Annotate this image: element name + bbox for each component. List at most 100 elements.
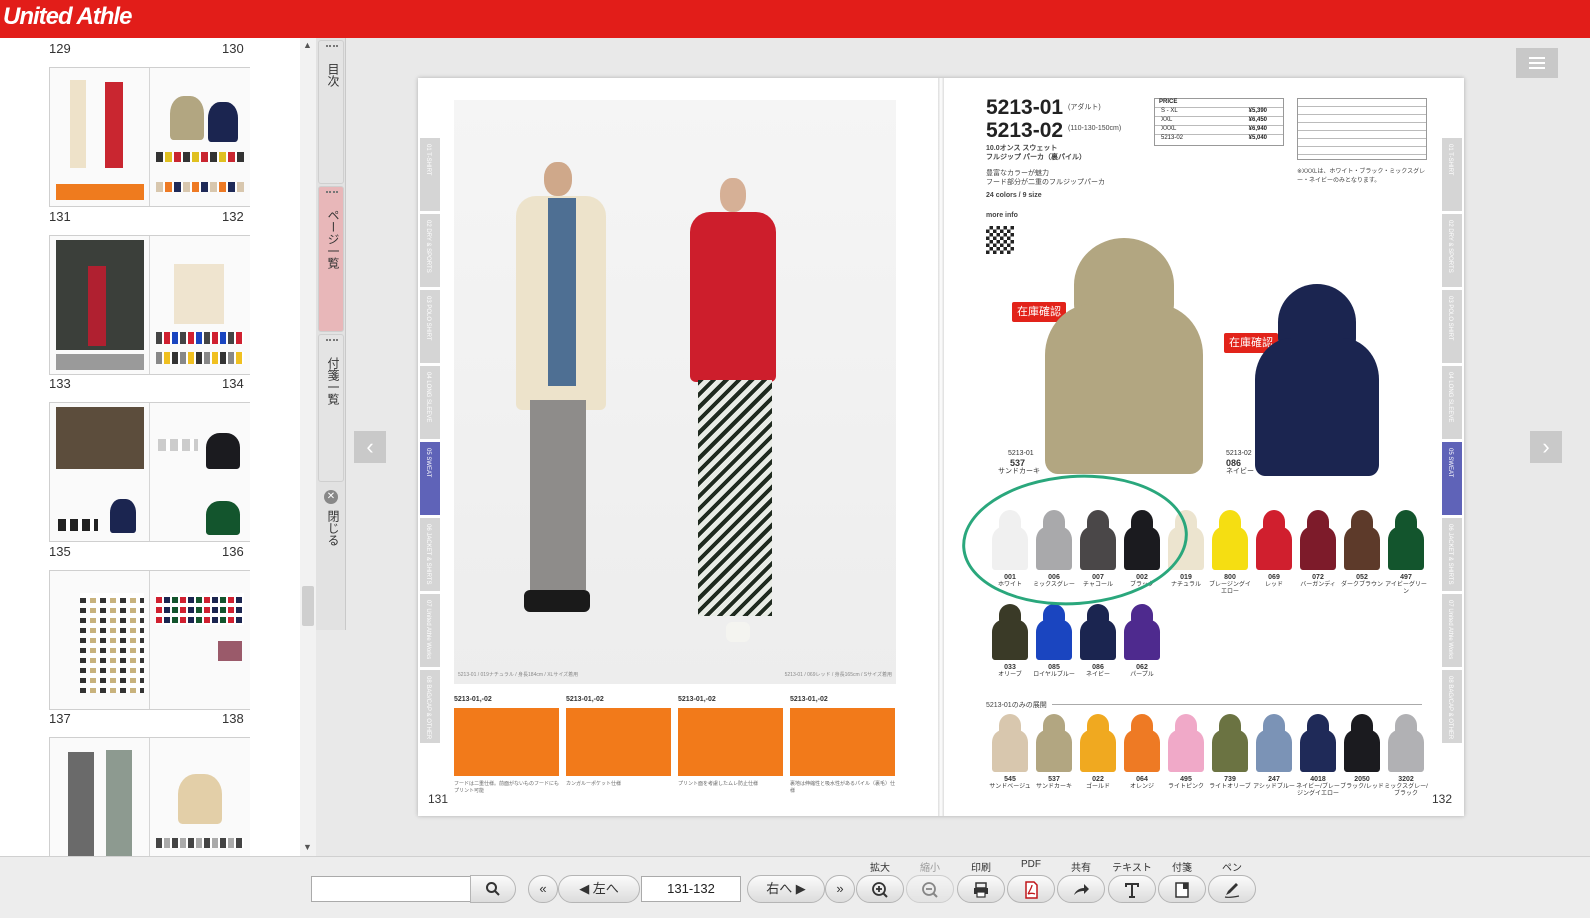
share-button[interactable] xyxy=(1057,875,1105,903)
price-header: PRICE xyxy=(1155,99,1283,108)
united-athle-logo[interactable]: United Athle xyxy=(3,3,132,31)
color-swatch[interactable] xyxy=(1166,714,1206,772)
thumbnail-135-136[interactable] xyxy=(49,402,250,542)
grip-icon xyxy=(326,339,338,345)
thumbnail-137-138[interactable] xyxy=(49,570,250,710)
close-icon[interactable]: ✕ xyxy=(324,490,338,504)
index-tab[interactable]: 02 DRY & SPORTS xyxy=(420,214,440,287)
close-sidebar-button[interactable]: 閉じる xyxy=(325,510,342,546)
color-swatch[interactable] xyxy=(1078,714,1118,772)
color-swatch[interactable] xyxy=(1386,510,1426,570)
price-row: S - XL ¥5,390 xyxy=(1155,108,1283,117)
text-button[interactable] xyxy=(1108,875,1156,903)
color-swatch[interactable] xyxy=(1342,714,1382,772)
thumb-page-number: 137 xyxy=(49,711,71,726)
color-swatch[interactable] xyxy=(1298,510,1338,570)
product-code-adult: 5213-01 xyxy=(986,96,1064,119)
thumbnail-139-140[interactable] xyxy=(49,737,250,856)
search-button[interactable] xyxy=(470,875,516,903)
swatch-code: 052 xyxy=(1356,574,1368,581)
tab-page-list[interactable]: ページ一覧 xyxy=(318,186,344,332)
color-swatch[interactable] xyxy=(1210,510,1250,570)
swatch-code: 069 xyxy=(1268,574,1280,581)
swatch-code: 033 xyxy=(1004,664,1016,671)
prev-page-arrow-icon[interactable]: ‹ xyxy=(354,431,386,463)
scroll-up-icon[interactable]: ▲ xyxy=(303,40,312,50)
share-arrow-icon xyxy=(1074,884,1089,895)
index-tab-active[interactable]: 05 SWEAT xyxy=(420,442,440,515)
color-swatch[interactable] xyxy=(1122,604,1162,660)
thumb-page-number: 132 xyxy=(222,209,244,224)
swatch-name: ナチュラル xyxy=(1170,582,1201,588)
pdf-button[interactable] xyxy=(1007,875,1055,903)
swatch-name: ゴールド xyxy=(1085,784,1110,790)
tab-contents[interactable]: 目次 xyxy=(318,40,344,184)
color-swatch[interactable] xyxy=(1342,510,1382,570)
main-item-color: サンドカーキ xyxy=(998,468,1040,475)
index-tab[interactable]: 06 JACKET & SHIRTS xyxy=(420,518,440,591)
index-tab[interactable]: 01 T-SHIRT xyxy=(1442,138,1462,211)
next-page-arrow-icon[interactable]: › xyxy=(1530,431,1562,463)
photo-caption: 5213-01 / 069レッド / 身長165cm / Sサイズ着用 xyxy=(784,672,892,678)
qr-code-icon[interactable] xyxy=(986,226,1014,254)
swatch-name: ライトピンク xyxy=(1167,784,1204,790)
print-button[interactable] xyxy=(957,875,1005,903)
prev-page-button[interactable]: ◀ 左へ xyxy=(558,875,640,903)
page-132[interactable]: 5213-01 (アダルト) 5213-02 (110-130-150cm) 1… xyxy=(942,78,1464,816)
index-tab[interactable]: 04 LONG SLEEVE xyxy=(1442,366,1462,439)
index-tab[interactable]: 02 DRY & SPORTS xyxy=(1442,214,1462,287)
tab-sticky-list[interactable]: 付箋一覧 xyxy=(318,334,344,482)
index-tab[interactable]: 08 BAG/CAP & OTHER xyxy=(1442,670,1462,743)
color-swatch[interactable] xyxy=(1386,714,1426,772)
sticky-note-button[interactable] xyxy=(1158,875,1206,903)
color-swatch[interactable] xyxy=(990,604,1030,660)
color-swatch[interactable] xyxy=(1122,714,1162,772)
color-swatch[interactable] xyxy=(1078,604,1118,660)
page-number-input[interactable]: 131-132 xyxy=(641,876,741,902)
next-page-button[interactable]: 右へ ▶ xyxy=(747,875,825,903)
product-name: フルジップ パーカ（裏パイル） xyxy=(986,154,1086,161)
color-swatch[interactable] xyxy=(990,714,1030,772)
scroll-down-icon[interactable]: ▼ xyxy=(303,842,312,852)
first-page-button[interactable]: « xyxy=(528,875,558,903)
color-swatch[interactable] xyxy=(1034,714,1074,772)
zoom-in-button[interactable] xyxy=(856,875,904,903)
index-tab-active[interactable]: 05 SWEAT xyxy=(1442,442,1462,515)
product-desc: フード部分が二重のフルジップパーカ xyxy=(986,179,1105,186)
index-tab[interactable]: 07 United Athle Works xyxy=(420,594,440,667)
color-swatch[interactable] xyxy=(1298,714,1338,772)
grip-icon xyxy=(326,191,338,197)
index-tab[interactable]: 01 T-SHIRT xyxy=(420,138,440,211)
index-tab[interactable]: 06 JACKET & SHIRTS xyxy=(1442,518,1462,591)
index-tab[interactable]: 04 LONG SLEEVE xyxy=(420,366,440,439)
scrollbar-thumb[interactable] xyxy=(302,586,314,626)
menu-icon[interactable] xyxy=(1516,48,1558,78)
index-tab[interactable]: 07 United Athle Works xyxy=(1442,594,1462,667)
index-tab[interactable]: 03 POLO SHIRT xyxy=(420,290,440,363)
index-tab[interactable]: 03 POLO SHIRT xyxy=(1442,290,1462,363)
sidebar-scrollbar[interactable]: ▲ ▼ xyxy=(300,38,316,856)
index-tab[interactable]: 08 BAG/CAP & OTHER xyxy=(420,670,440,743)
book-spread[interactable]: 01 T-SHIRT 02 DRY & SPORTS 03 POLO SHIRT… xyxy=(418,78,1464,816)
thumbnail-131-132[interactable] xyxy=(49,67,250,207)
printer-icon xyxy=(974,882,988,898)
thumb-page xyxy=(50,236,150,374)
bottom-toolbar: « ◀ 左へ 131-132 右へ ▶ » 拡大 縮小 印刷 PDF 共有 テキ… xyxy=(0,856,1590,918)
color-swatch[interactable] xyxy=(1034,604,1074,660)
page-131[interactable]: 01 T-SHIRT 02 DRY & SPORTS 03 POLO SHIRT… xyxy=(418,78,940,816)
thumbnail-133-134[interactable] xyxy=(49,235,250,375)
color-swatch[interactable] xyxy=(1254,714,1294,772)
swatch-name: ネイビー/ブレージングイエロー xyxy=(1296,784,1340,797)
zoom-out-button[interactable] xyxy=(906,875,954,903)
only-adult-label: 5213-01のみの展開 xyxy=(986,702,1047,709)
pen-button[interactable] xyxy=(1208,875,1256,903)
more-info-label: more info xyxy=(986,212,1018,219)
sticky-label: 付箋 xyxy=(1172,863,1192,874)
text-label: テキスト xyxy=(1112,863,1152,874)
last-page-button[interactable]: » xyxy=(825,875,855,903)
color-swatch[interactable] xyxy=(1254,510,1294,570)
color-swatch[interactable] xyxy=(1210,714,1250,772)
swatch-name: アシッドブルー xyxy=(1253,784,1295,790)
pdf-icon xyxy=(1025,881,1038,899)
search-input[interactable] xyxy=(311,876,471,902)
